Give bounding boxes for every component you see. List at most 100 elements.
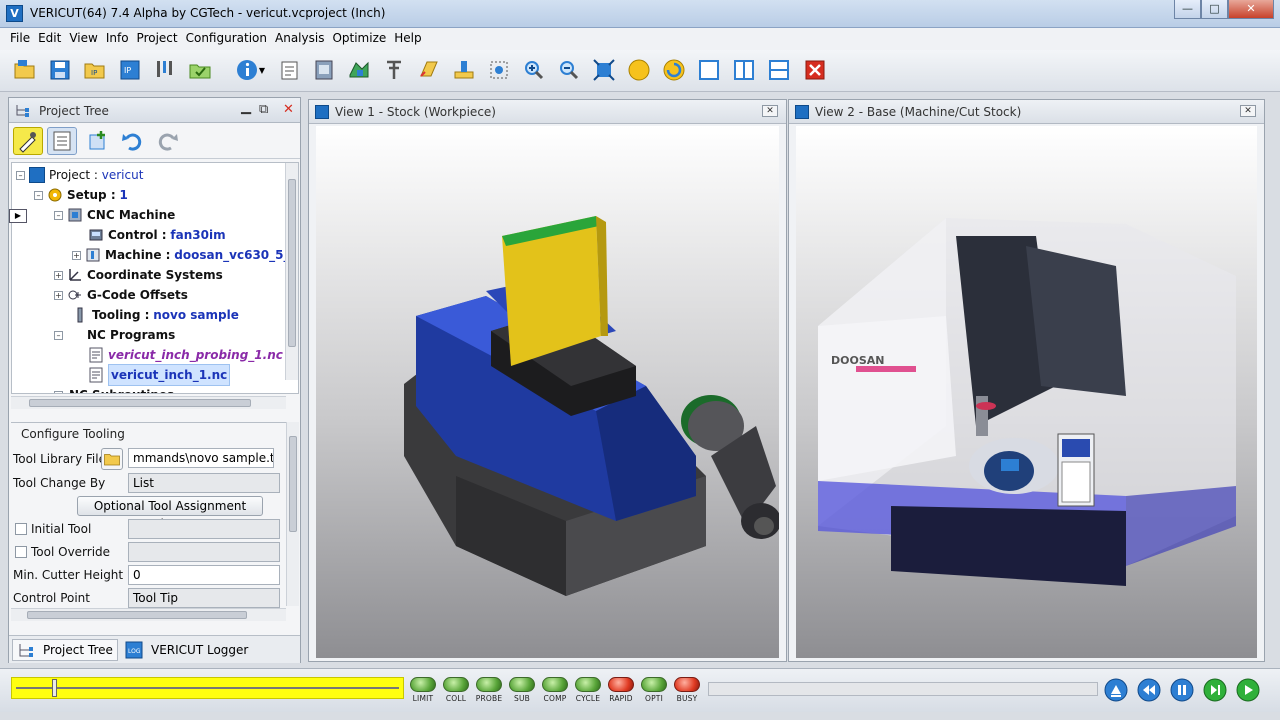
menu-configuration[interactable]: Configuration (182, 28, 271, 50)
tool-change-select[interactable]: List (128, 473, 280, 493)
minimize-panel-icon[interactable]: ▁ (241, 100, 251, 115)
reset-model-icon[interactable] (626, 57, 652, 83)
tree-node-nc-program-probing[interactable]: vericut_inch_probing_1.nc (88, 345, 283, 365)
undock-icon[interactable]: ⧉ (259, 102, 268, 117)
step-forward-icon[interactable] (1203, 678, 1227, 702)
tree-node-gcode-offsets[interactable]: + G-Code Offsets (54, 285, 188, 305)
info-icon[interactable]: ▼ (232, 57, 268, 83)
initial-tool-checkbox[interactable] (15, 523, 27, 535)
open-ip-icon[interactable]: IP (82, 57, 108, 83)
zoom-box-icon[interactable] (486, 57, 512, 83)
menu-view[interactable]: View (65, 28, 101, 50)
split-vertical-icon[interactable] (731, 57, 757, 83)
view-2-close-icon[interactable]: ✕ (1240, 105, 1256, 117)
status-icon[interactable] (276, 57, 302, 83)
fit-view-icon[interactable] (591, 57, 617, 83)
tree-node-tooling[interactable]: Tooling : novo sample (72, 305, 239, 325)
tool-override-checkbox[interactable] (15, 546, 27, 558)
refresh-icon[interactable] (661, 57, 687, 83)
zoom-out-icon[interactable] (556, 57, 582, 83)
tree-node-coordinate-systems[interactable]: + Coordinate Systems (54, 265, 223, 285)
zoom-in-icon[interactable] (521, 57, 547, 83)
redo-icon[interactable] (153, 127, 183, 155)
program-mode-icon[interactable] (47, 127, 77, 155)
config-vscroll[interactable] (286, 422, 299, 606)
control-point-label: Control Point (13, 591, 90, 605)
configure-mode-icon[interactable] (13, 127, 43, 155)
split-horizontal-icon[interactable] (766, 57, 792, 83)
stock-workpiece-render (404, 216, 779, 596)
tool-change-label: Tool Change By (13, 476, 106, 490)
close-view-icon[interactable] (802, 57, 828, 83)
minimize-icon[interactable]: — (1174, 0, 1201, 19)
tree-node-nc-program-main[interactable]: vericut_inch_1.nc (88, 364, 231, 386)
machine-view-icon[interactable] (311, 57, 337, 83)
optional-tool-assignment-button[interactable]: Optional Tool Assignment List... (77, 496, 263, 531)
tree-node-machine[interactable]: + Machine : doosan_vc630_5_ax (72, 245, 298, 265)
save-project-icon[interactable] (47, 57, 73, 83)
tool-manager-icon[interactable] (152, 57, 178, 83)
add-node-icon[interactable] (83, 127, 113, 155)
tree-node-control[interactable]: Control : fan30im (88, 225, 226, 245)
tool-override-field[interactable] (128, 542, 280, 562)
menu-analysis[interactable]: Analysis (271, 28, 328, 50)
model-icon[interactable] (346, 57, 372, 83)
view-1-viewport[interactable] (316, 126, 779, 658)
maximize-icon[interactable]: □ (1201, 0, 1228, 19)
undo-icon[interactable] (117, 127, 147, 155)
project-tree-header: Project Tree ▁ ⧉ ✕ (9, 98, 300, 123)
tree-vscroll[interactable] (285, 163, 298, 380)
tree-node-nc-programs[interactable]: – NC Programs (54, 325, 175, 345)
browse-folder-icon[interactable] (101, 448, 123, 470)
menu-edit[interactable]: Edit (34, 28, 65, 50)
nc-program-icon[interactable] (187, 57, 213, 83)
menu-optimize[interactable]: Optimize (328, 28, 390, 50)
logger-icon: LOG (125, 641, 143, 659)
project-tree-panel: Project Tree ▁ ⧉ ✕ – Project : vericut – S… (8, 97, 301, 663)
status-lamp-busy: BUSY (673, 677, 701, 703)
tree-node-setup[interactable]: – Setup : 1 (34, 185, 128, 205)
machine-icon (86, 248, 100, 262)
window-controls: — □ ✕ (1174, 0, 1274, 20)
fixture-icon[interactable] (451, 57, 477, 83)
initial-tool-field[interactable] (128, 519, 280, 539)
tree-icon (19, 644, 33, 657)
play-icon[interactable] (1236, 678, 1260, 702)
tool-override-row: Tool Override (11, 541, 285, 563)
min-cutter-field[interactable]: 0 (128, 565, 280, 585)
simulation-progress-slider[interactable] (11, 677, 404, 699)
progress-knob[interactable] (52, 679, 57, 697)
gear-icon (48, 188, 62, 202)
step-back-icon[interactable] (1137, 678, 1161, 702)
single-view-icon[interactable] (696, 57, 722, 83)
view-1-close-icon[interactable]: ✕ (762, 105, 778, 117)
tab-project-tree[interactable]: Project Tree (12, 639, 118, 661)
menu-file[interactable]: File (6, 28, 34, 50)
menu-info[interactable]: Info (102, 28, 133, 50)
svg-text:IP: IP (91, 69, 97, 77)
tool-library-field[interactable]: mmands\novo sample.tls (128, 448, 274, 468)
status-lamp-coll: COLL (442, 677, 470, 703)
rewind-icon[interactable] (1104, 678, 1128, 702)
tree-node-cnc-machine[interactable]: – CNC Machine (54, 205, 175, 225)
stock-icon[interactable] (416, 57, 442, 83)
menu-project[interactable]: Project (133, 28, 182, 50)
menu-help[interactable]: Help (390, 28, 425, 50)
coordinate-icon[interactable] (381, 57, 407, 83)
svg-text:LOG: LOG (128, 648, 141, 655)
control-point-select[interactable]: Tool Tip (128, 588, 280, 608)
config-hscroll[interactable] (11, 608, 286, 621)
tab-vericut-logger[interactable]: LOG VERICUT Logger (121, 639, 252, 661)
open-project-icon[interactable] (12, 57, 38, 83)
tree-node-nc-subroutines[interactable]: +NC Subroutines (54, 385, 174, 393)
svg-text:IP: IP (124, 66, 131, 75)
tree-hscroll[interactable] (11, 396, 286, 409)
close-icon[interactable]: ✕ (1228, 0, 1274, 19)
animation-speed-track[interactable] (708, 682, 1098, 696)
vericut-app-icon: V (6, 5, 23, 22)
pause-icon[interactable] (1170, 678, 1194, 702)
view-2-viewport[interactable]: DOOSAN (796, 126, 1257, 658)
save-ip-icon[interactable]: IP (117, 57, 143, 83)
tree-node-project[interactable]: – Project : vericut (16, 165, 143, 185)
close-panel-icon[interactable]: ✕ (283, 102, 294, 117)
